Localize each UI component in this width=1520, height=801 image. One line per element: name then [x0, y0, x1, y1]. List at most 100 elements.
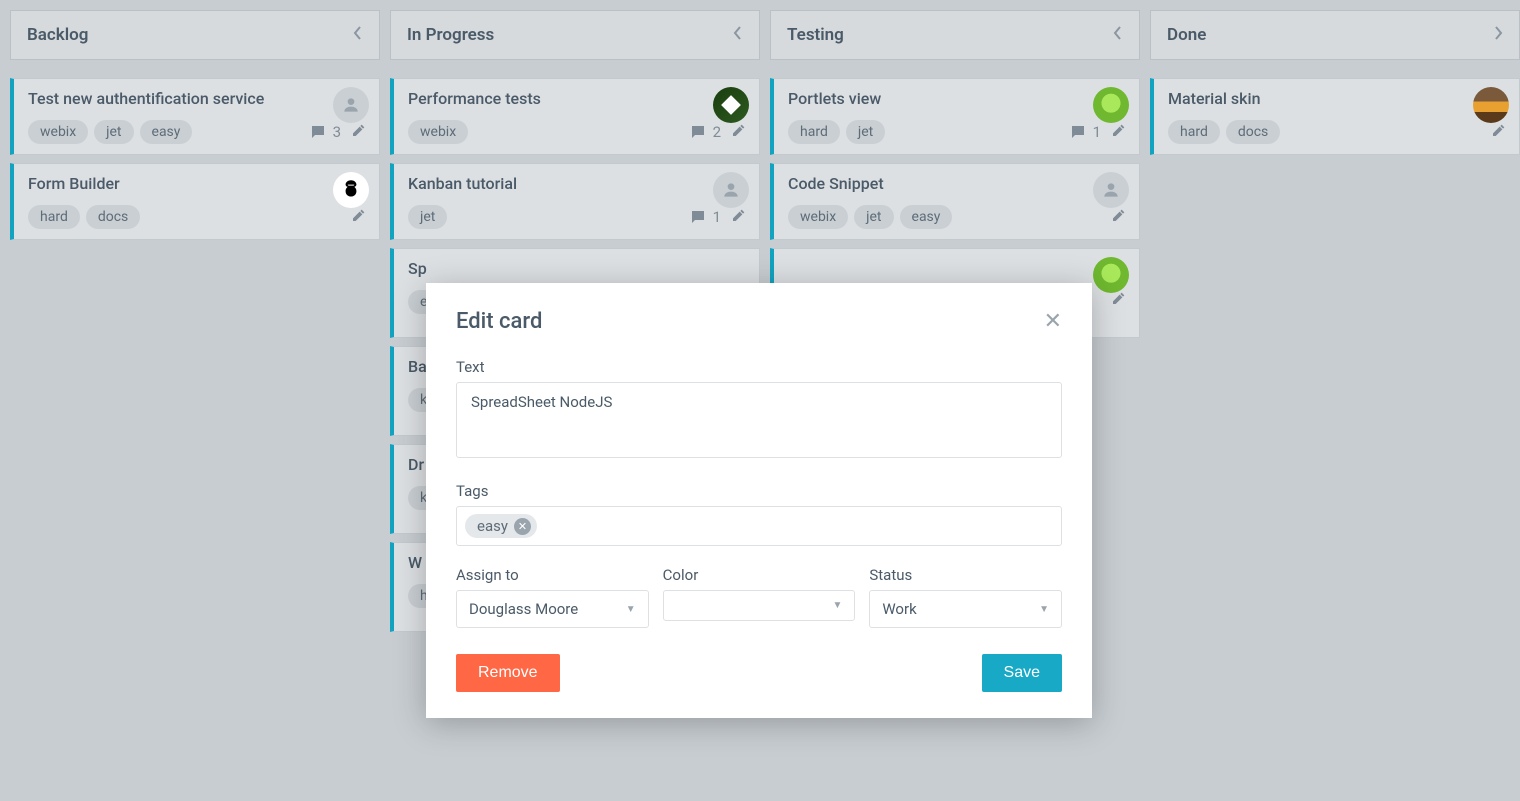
avatar[interactable]	[333, 87, 369, 123]
card[interactable]: Form Builder hard docs	[10, 163, 380, 240]
tag[interactable]: jet	[854, 205, 893, 229]
card-title: Portlets view	[788, 89, 1127, 108]
color-select[interactable]: ▼	[663, 590, 856, 621]
tags: webix	[408, 120, 468, 144]
avatar[interactable]	[713, 172, 749, 208]
card-title: Code Snippet	[788, 174, 1127, 193]
remove-button[interactable]: Remove	[456, 654, 560, 692]
status-select[interactable]: Work ▼	[869, 590, 1062, 628]
comments-count[interactable]: 3	[309, 123, 341, 141]
tags: hard docs	[28, 205, 140, 229]
tag[interactable]: jet	[94, 120, 133, 144]
column-header[interactable]: In Progress	[390, 10, 760, 60]
edit-card-modal: Edit card ✕ Text Tags easy ✕ Assign to D…	[426, 283, 1092, 718]
tags: webix jet easy	[28, 120, 192, 144]
card[interactable]: Code Snippet webix jet easy	[770, 163, 1140, 240]
card-footer: hard docs	[28, 205, 367, 229]
tags-input[interactable]: easy ✕	[456, 506, 1062, 546]
chevron-left-icon[interactable]	[353, 25, 363, 45]
modal-footer: Remove Save	[456, 654, 1062, 692]
avatar[interactable]	[1473, 87, 1509, 123]
column-header[interactable]: Backlog	[10, 10, 380, 60]
card[interactable]: Portlets view hard jet 1	[770, 78, 1140, 155]
card-footer: webix 2	[408, 120, 747, 144]
column-header[interactable]: Done	[1150, 10, 1520, 60]
tags: jet	[408, 205, 447, 229]
card-title: Form Builder	[28, 174, 367, 193]
cards-list: Material skin hard docs	[1150, 78, 1520, 155]
chevron-down-icon: ▼	[1039, 604, 1049, 615]
edit-icon[interactable]	[1111, 122, 1127, 142]
card-footer: webix jet easy 3	[28, 120, 367, 144]
edit-icon[interactable]	[1111, 290, 1127, 310]
assign-select[interactable]: Douglass Moore ▼	[456, 590, 649, 628]
chevron-right-icon[interactable]	[1493, 25, 1503, 45]
card-title	[788, 259, 1127, 278]
tag[interactable]: easy	[900, 205, 953, 229]
edit-icon[interactable]	[351, 122, 367, 142]
tag-chip: easy ✕	[465, 514, 537, 538]
card[interactable]: Test new authentification service webix …	[10, 78, 380, 155]
text-label: Text	[456, 358, 1062, 376]
modal-header: Edit card ✕	[456, 309, 1062, 334]
card-footer: jet 1	[408, 205, 747, 229]
edit-icon[interactable]	[1491, 122, 1507, 142]
tag[interactable]: hard	[28, 205, 80, 229]
tag[interactable]: webix	[408, 120, 468, 144]
card[interactable]: Performance tests webix 2	[390, 78, 760, 155]
tag[interactable]: webix	[28, 120, 88, 144]
chevron-left-icon[interactable]	[1113, 25, 1123, 45]
form-row: Assign to Douglass Moore ▼ Color ▼	[456, 566, 1062, 628]
close-icon[interactable]: ✕	[1044, 309, 1062, 334]
card[interactable]: Kanban tutorial jet 1	[390, 163, 760, 240]
edit-icon[interactable]	[731, 122, 747, 142]
tag[interactable]: docs	[86, 205, 140, 229]
tag[interactable]: docs	[1226, 120, 1280, 144]
card-title: Test new authentification service	[28, 89, 367, 108]
avatar[interactable]	[1093, 257, 1129, 293]
tags: hard docs	[1168, 120, 1280, 144]
column-header[interactable]: Testing	[770, 10, 1140, 60]
comments-count[interactable]: 1	[689, 208, 721, 226]
edit-icon[interactable]	[1111, 207, 1127, 227]
modal-title: Edit card	[456, 309, 542, 334]
tags: hard jet	[788, 120, 885, 144]
tag[interactable]: jet	[846, 120, 885, 144]
card-footer: hard jet 1	[788, 120, 1127, 144]
avatar[interactable]	[713, 87, 749, 123]
tag-remove-icon[interactable]: ✕	[514, 518, 531, 535]
edit-icon[interactable]	[731, 207, 747, 227]
edit-icon[interactable]	[351, 207, 367, 227]
tag[interactable]: easy	[140, 120, 193, 144]
tag[interactable]: webix	[788, 205, 848, 229]
chevron-left-icon[interactable]	[733, 25, 743, 45]
avatar[interactable]	[1093, 87, 1129, 123]
column-title: In Progress	[407, 25, 494, 45]
assign-value: Douglass Moore	[469, 600, 578, 618]
status-label: Status	[869, 566, 1062, 584]
tag[interactable]: jet	[408, 205, 447, 229]
tags: webix jet easy	[788, 205, 952, 229]
card-footer: webix jet easy	[788, 205, 1127, 229]
status-value: Work	[882, 600, 916, 618]
text-input[interactable]	[456, 382, 1062, 458]
save-button[interactable]: Save	[982, 654, 1062, 692]
column-backlog: Backlog Test new authentification servic…	[10, 10, 380, 632]
tag[interactable]: hard	[788, 120, 840, 144]
comments-count[interactable]: 2	[689, 123, 721, 141]
avatar[interactable]	[1093, 172, 1129, 208]
tag[interactable]: hard	[1168, 120, 1220, 144]
card-title: Sp	[408, 259, 747, 278]
column-title: Done	[1167, 25, 1206, 45]
comments-count[interactable]: 1	[1069, 123, 1101, 141]
tags-label: Tags	[456, 482, 1062, 500]
card-title: Material skin	[1168, 89, 1507, 108]
assign-label: Assign to	[456, 566, 649, 584]
avatar[interactable]	[333, 172, 369, 208]
color-label: Color	[663, 566, 856, 584]
card-footer: hard docs	[1168, 120, 1507, 144]
column-title: Testing	[787, 25, 844, 45]
card-title: Performance tests	[408, 89, 747, 108]
card[interactable]: Material skin hard docs	[1150, 78, 1520, 155]
chevron-down-icon: ▼	[626, 604, 636, 615]
